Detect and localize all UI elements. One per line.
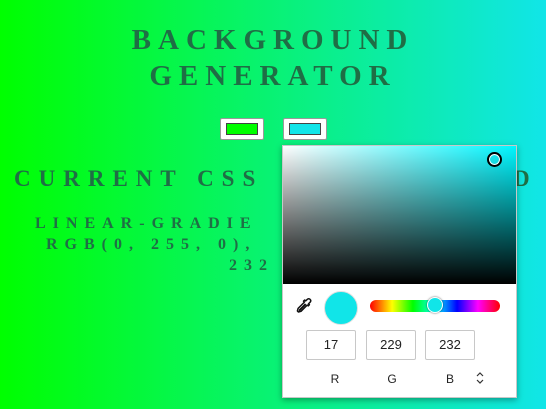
page-title: BACKGROUND GENERATOR [0, 22, 546, 94]
color-input-2[interactable] [283, 118, 327, 140]
hue-slider-handle[interactable] [427, 297, 443, 313]
css-heading-start: CURRENT CSS [14, 166, 264, 191]
title-line-2: GENERATOR [149, 60, 397, 92]
css-output-line-2: RGB(0, 255, 0), [46, 236, 257, 253]
css-output-line-3: 232 [229, 257, 274, 274]
selected-color-preview [324, 291, 358, 325]
color-input-1-swatch [226, 123, 258, 135]
saturation-value-handle[interactable] [487, 152, 502, 167]
red-label: R [330, 372, 340, 386]
green-label: G [387, 372, 397, 386]
green-value-input[interactable]: 229 [366, 330, 416, 360]
color-input-2-swatch [289, 123, 321, 135]
red-value-input[interactable]: 17 [306, 330, 356, 360]
chevron-up-down-icon[interactable] [473, 370, 487, 386]
blue-value-input[interactable]: 232 [425, 330, 475, 360]
color-picker-popup: 17 229 232 R G B [282, 145, 517, 398]
eyedropper-icon[interactable] [295, 297, 313, 315]
saturation-value-area[interactable] [283, 146, 516, 284]
title-line-1: BACKGROUND [131, 24, 415, 56]
blue-label: B [445, 372, 454, 386]
color-input-1[interactable] [220, 118, 264, 140]
css-output-line-1: LINEAR-GRADIE [35, 215, 258, 232]
